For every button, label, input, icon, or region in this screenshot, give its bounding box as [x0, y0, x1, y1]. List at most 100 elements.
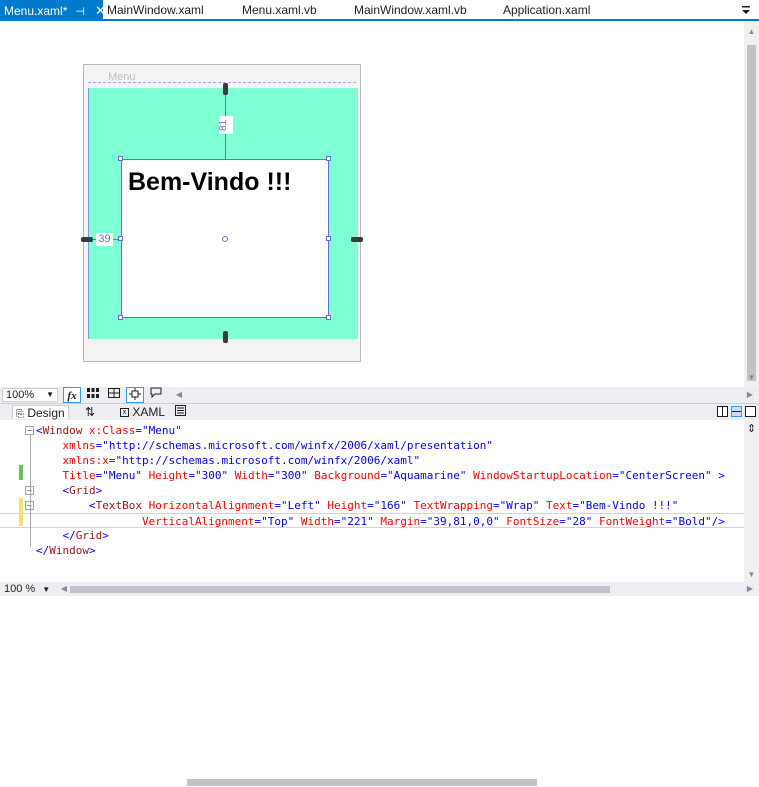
code-line[interactable]: xmlns="http://schemas.microsoft.com/winf…	[0, 438, 744, 453]
grid-rail-top[interactable]	[223, 83, 228, 95]
tab-label: MainWindow.xaml.vb	[354, 3, 467, 17]
outline-guide	[30, 435, 31, 547]
code-line[interactable]: Title="Menu" Height="300" Width="300" Ba…	[0, 468, 744, 483]
close-icon[interactable]: ✕	[95, 0, 106, 21]
code-token: VerticalAlignment	[36, 515, 255, 528]
scroll-right-icon[interactable]: ▶	[741, 581, 759, 597]
split-view-bar: ⎘ Design ⇅ x XAML	[0, 403, 759, 420]
resize-handle-bottom-left[interactable]	[118, 315, 123, 320]
swap-panes-button[interactable]: ⇅	[85, 405, 95, 419]
saved-change-marker	[19, 465, 23, 480]
code-line[interactable]: − <TextBox HorizontalAlignment="Left" He…	[0, 498, 744, 513]
code-token: >	[102, 529, 109, 542]
tab-menu-xaml[interactable]: Menu.xaml* ⊣ ✕	[0, 0, 106, 23]
zoom-select[interactable]: 100% ▼	[2, 388, 58, 402]
code-token: ="Bold"	[665, 515, 712, 528]
code-token: ="166"	[367, 499, 407, 512]
grid-rail-left[interactable]	[81, 237, 93, 242]
code-token: >	[711, 469, 725, 482]
code-token: ="300"	[267, 469, 308, 482]
scroll-right-icon[interactable]: ▶	[741, 387, 759, 403]
resize-handle-bottom-right[interactable]	[326, 315, 331, 320]
scroll-down-icon[interactable]: ▼	[744, 371, 759, 385]
code-vertical-scrollbar[interactable]: ⇕ ▼	[744, 420, 759, 582]
code-token: ="300"	[188, 469, 229, 482]
tab-menu-xaml-vb[interactable]: Menu.xaml.vb	[242, 0, 317, 21]
scroll-left-icon[interactable]: ◀	[170, 387, 188, 403]
xaml-popout-icon[interactable]	[175, 405, 186, 419]
code-zoom-select[interactable]: 100 % ▼	[2, 582, 52, 596]
code-token: ="http://schemas.microsoft.com/winfx/200…	[108, 454, 421, 467]
code-line[interactable]: − <Window x:Class="Menu"	[0, 423, 744, 438]
tab-xaml[interactable]: x XAML	[120, 405, 165, 419]
tab-label: Application.xaml	[503, 3, 591, 17]
code-token: ="39,81,0,0"	[420, 515, 500, 528]
tab-mainwindow-xaml[interactable]: MainWindow.xaml	[107, 0, 204, 21]
code-horizontal-scrollbar[interactable]	[58, 584, 743, 594]
code-line[interactable]: </Window>	[0, 543, 744, 558]
code-token: </	[36, 544, 50, 557]
code-token: ="28"	[559, 515, 593, 528]
code-token: ="http://schemas.microsoft.com/winfx/200…	[95, 439, 493, 452]
code-token: Grid	[69, 484, 96, 497]
code-line[interactable]: xmlns:x="http://schemas.microsoft.com/wi…	[0, 453, 744, 468]
resize-handle-top-left[interactable]	[118, 156, 123, 161]
code-token: xmlns	[36, 439, 96, 452]
grid-rail-right[interactable]	[351, 237, 363, 242]
code-token: WindowStartupLocation	[466, 469, 613, 482]
code-text: xmlns:x="http://schemas.microsoft.com/wi…	[36, 453, 420, 468]
designer-horizontal-scrollbar[interactable]	[187, 777, 743, 787]
pin-icon[interactable]: ⊣	[75, 2, 85, 23]
tab-design[interactable]: ⎘ Design	[12, 405, 69, 420]
unsaved-change-marker	[19, 498, 23, 526]
code-line[interactable]: </Grid>	[0, 528, 744, 543]
tab-overflow-dropdown-icon[interactable]	[739, 2, 753, 18]
xaml-code-editor[interactable]: − <Window x:Class="Menu" xmlns="http://sc…	[0, 420, 744, 582]
code-token: ="Left"	[274, 499, 321, 512]
code-token: ="Bem-Vindo !!!"	[572, 499, 679, 512]
tab-label: Menu.xaml.vb	[242, 3, 317, 17]
margin-top-label: 81	[218, 116, 233, 134]
scroll-thumb[interactable]	[187, 779, 537, 786]
collapse-icon[interactable]: −	[25, 426, 34, 435]
code-token: <	[36, 499, 96, 512]
designer-vertical-scrollbar[interactable]: ▲ ▼	[744, 21, 759, 387]
vertical-split-icon[interactable]	[717, 406, 728, 417]
grid-rail-bottom[interactable]	[223, 331, 228, 343]
code-zoom-value: 100 %	[4, 583, 36, 595]
code-token: FontWeight	[592, 515, 666, 528]
chevron-down-icon: ▼	[46, 390, 54, 399]
code-token: ="Menu"	[95, 469, 142, 482]
scroll-thumb[interactable]	[70, 586, 610, 593]
annotation-icon[interactable]	[147, 387, 165, 403]
split-handle-icon[interactable]: ⇕	[744, 422, 759, 436]
code-token: HorizontalAlignment	[141, 499, 275, 512]
chevron-down-icon: ▼	[42, 585, 51, 594]
code-token: FontSize	[499, 515, 560, 528]
code-token: Height	[141, 469, 189, 482]
scroll-thumb[interactable]	[747, 45, 756, 381]
resize-handle-right[interactable]	[326, 236, 331, 241]
horizontal-split-icon[interactable]	[731, 406, 742, 417]
snap-to-snaplines-icon[interactable]	[126, 387, 144, 403]
tab-application-xaml[interactable]: Application.xaml	[503, 0, 590, 21]
tab-mainwindow-xaml-vb[interactable]: MainWindow.xaml.vb	[354, 0, 467, 21]
scroll-down-icon[interactable]: ▼	[744, 568, 759, 582]
code-token: TextBox	[95, 499, 142, 512]
code-line[interactable]: − <Grid>	[0, 483, 744, 498]
resize-handle-top-right[interactable]	[326, 156, 331, 161]
designer-toolbar: 100% ▼ fx ◀ ▶	[0, 387, 759, 786]
code-token: Window	[49, 544, 89, 557]
snap-gridlines-icon[interactable]	[105, 387, 123, 403]
resize-handle-left[interactable]	[118, 236, 123, 241]
code-text: <Window x:Class="Menu"	[36, 423, 182, 438]
code-token: <	[36, 484, 70, 497]
grid-lines-icon[interactable]	[84, 387, 102, 403]
code-token: ="Menu"	[135, 424, 182, 437]
effects-fx-button[interactable]: fx	[63, 387, 81, 403]
code-line[interactable]: VerticalAlignment="Top" Width="221" Marg…	[0, 513, 744, 528]
scroll-up-icon[interactable]: ▲	[744, 25, 759, 39]
collapse-pane-icon[interactable]	[745, 406, 756, 417]
code-token: Height	[320, 499, 368, 512]
code-text: </Grid>	[36, 528, 109, 543]
